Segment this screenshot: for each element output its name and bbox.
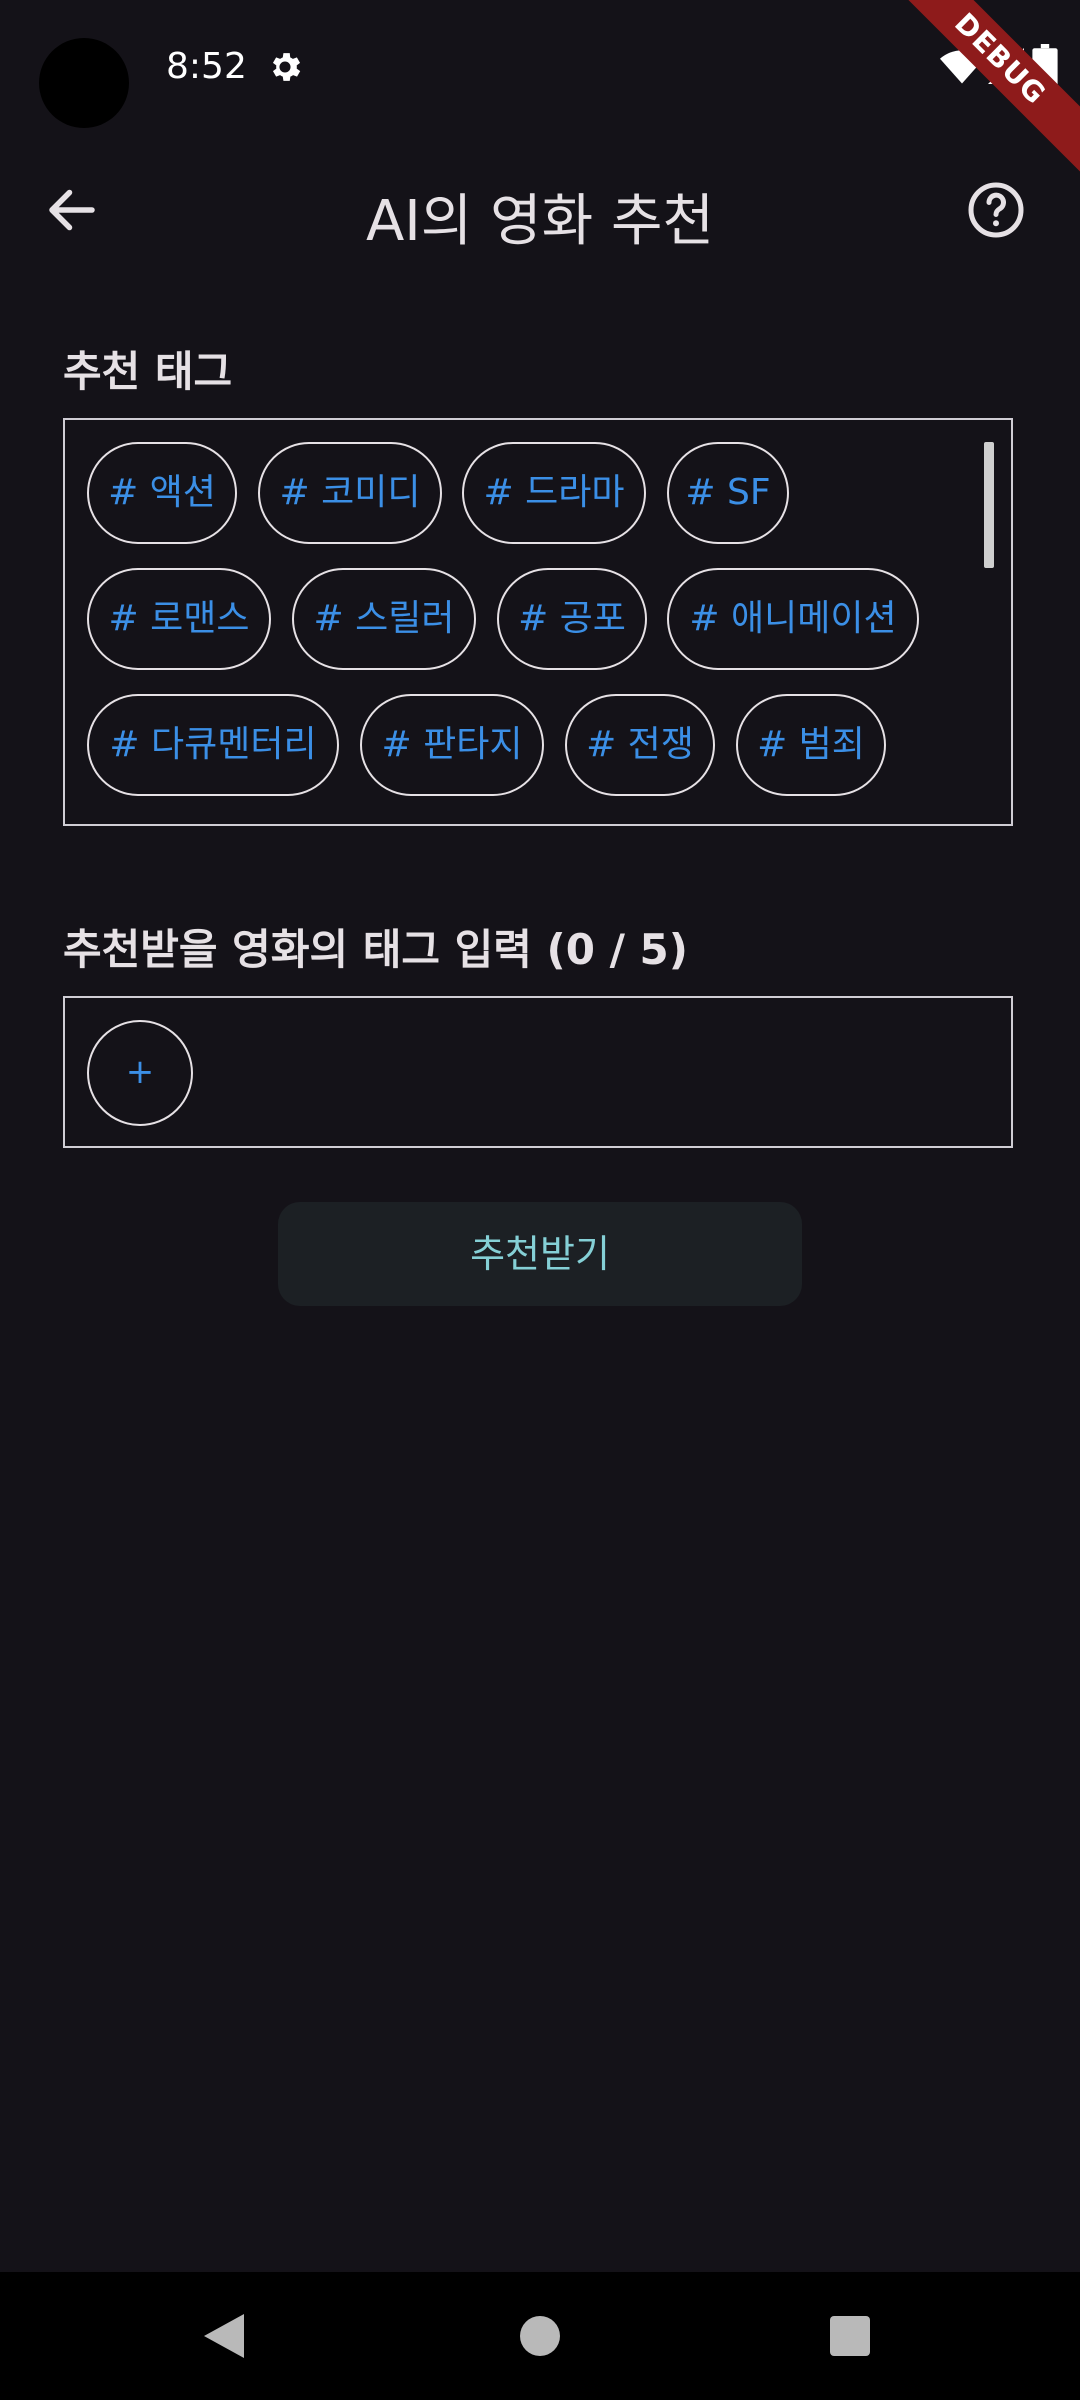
tag-chip-crime[interactable]: # 범죄 bbox=[736, 694, 886, 796]
tag-chip-romance[interactable]: # 로맨스 bbox=[87, 568, 271, 670]
add-tag-button[interactable]: + bbox=[87, 1020, 193, 1126]
gear-icon bbox=[272, 53, 301, 81]
tag-chip-drama[interactable]: # 드라마 bbox=[462, 442, 646, 544]
system-nav-bar bbox=[0, 2272, 1080, 2400]
get-recommendation-button[interactable]: 추천받기 bbox=[278, 1202, 802, 1306]
tag-chip-war[interactable]: # 전쟁 bbox=[565, 694, 715, 796]
tag-chip-horror[interactable]: # 공포 bbox=[497, 568, 647, 670]
recommend-tags-label: 추천 태그 bbox=[63, 347, 233, 396]
nav-back-icon[interactable] bbox=[204, 2314, 244, 2358]
tag-input-box: + bbox=[63, 996, 1013, 1148]
page-title: AI의 영화 추천 bbox=[365, 189, 715, 254]
tag-chip-thriller[interactable]: # 스릴러 bbox=[292, 568, 476, 670]
help-icon[interactable] bbox=[966, 180, 1026, 240]
tag-chip-documentary[interactable]: # 다큐멘터리 bbox=[87, 694, 339, 796]
tag-chip-fantasy[interactable]: # 판타지 bbox=[360, 694, 544, 796]
nav-home-icon[interactable] bbox=[520, 2316, 560, 2356]
tag-chip-sf[interactable]: # SF bbox=[667, 442, 789, 544]
status-time: 8:52 bbox=[166, 46, 247, 87]
tag-chip-comedy[interactable]: # 코미디 bbox=[258, 442, 442, 544]
tag-input-label: 추천받을 영화의 태그 입력 (0 / 5) bbox=[63, 925, 688, 974]
recommend-tags-box: # 액션 # 코미디 # 드라마 # SF # 로맨스 # 스릴러 # 공포 #… bbox=[63, 418, 1013, 826]
app-bar: AI의 영화 추천 bbox=[0, 140, 1080, 280]
tag-box-scrollbar[interactable] bbox=[984, 442, 994, 568]
status-bar: 8:52 DEBUG bbox=[0, 0, 1080, 189]
tag-chip-animation[interactable]: # 애니메이션 bbox=[667, 568, 919, 670]
front-camera bbox=[39, 38, 129, 128]
tag-chip-action[interactable]: # 액션 bbox=[87, 442, 237, 544]
nav-recents-icon[interactable] bbox=[830, 2316, 870, 2356]
